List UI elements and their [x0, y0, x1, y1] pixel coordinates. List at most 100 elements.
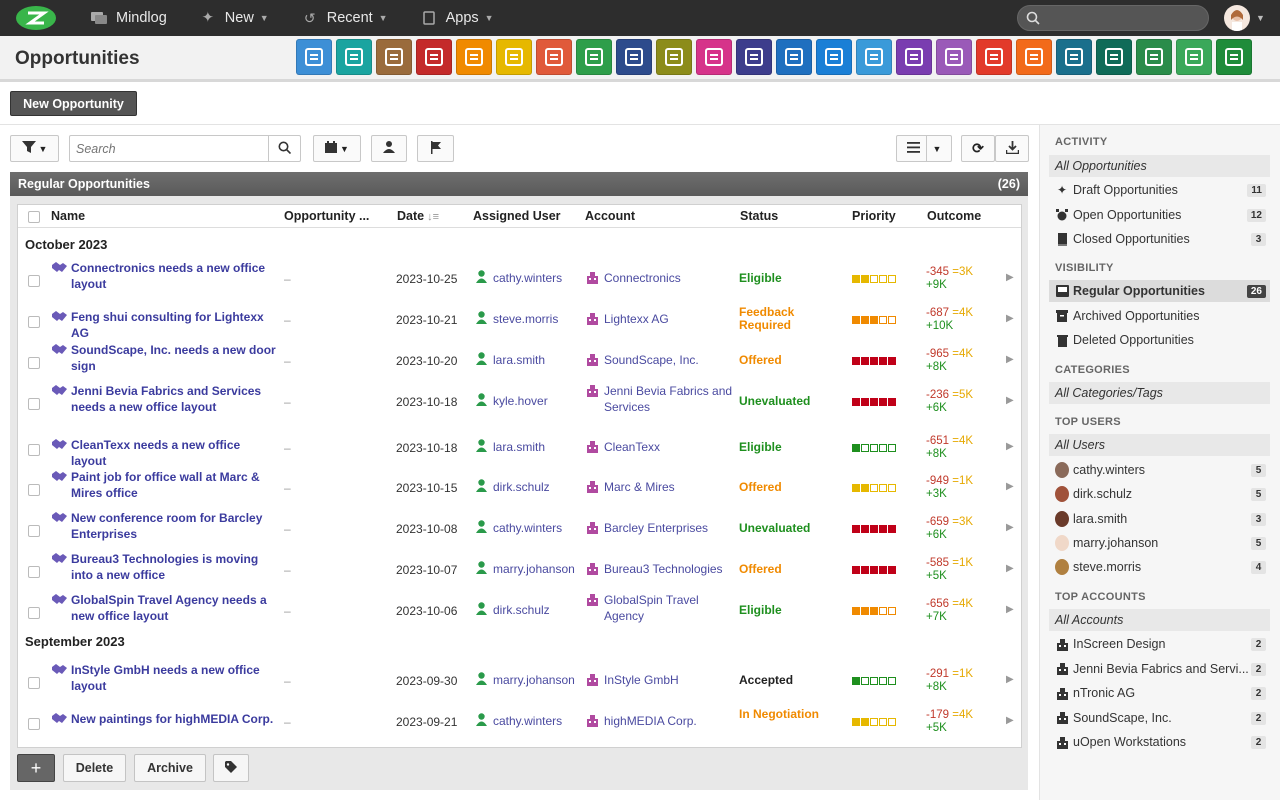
contacts-app-icon[interactable] — [376, 39, 412, 75]
sidebar-filter-item[interactable]: InScreen Design 2 — [1049, 633, 1270, 655]
row-checkbox[interactable] — [28, 398, 40, 410]
support-app-icon[interactable] — [816, 39, 852, 75]
chevron-down-icon[interactable]: ▼ — [1256, 13, 1265, 23]
pricing-app-icon[interactable] — [1176, 39, 1212, 75]
all-categories-filter[interactable]: All Categories/Tags — [1049, 382, 1270, 404]
row-checkbox[interactable] — [28, 677, 40, 689]
app-logo[interactable] — [14, 4, 58, 32]
account-link[interactable]: Jenni Bevia Fabrics and Services — [586, 383, 736, 415]
account-link[interactable]: InStyle GmbH — [586, 672, 736, 688]
search-button[interactable] — [268, 136, 300, 161]
timer-app-icon[interactable] — [456, 39, 492, 75]
assigned-user-link[interactable]: lara.smith — [476, 439, 545, 455]
account-link[interactable]: Connectronics — [586, 270, 736, 286]
budget-app-icon[interactable] — [856, 39, 892, 75]
sidebar-filter-item[interactable]: Open Opportunities 12 — [1049, 204, 1270, 226]
row-expand-arrow-icon[interactable]: ▶ — [1006, 522, 1014, 533]
sidebar-filter-item[interactable]: marry.johanson 5 — [1049, 532, 1270, 554]
tasks-app-icon[interactable] — [496, 39, 532, 75]
sidebar-filter-item[interactable]: lara.smith 3 — [1049, 508, 1270, 530]
refresh-button[interactable]: ⟳ — [961, 135, 995, 162]
assigned-user-link[interactable]: cathy.winters — [476, 713, 562, 729]
opportunities-app-icon[interactable] — [936, 39, 972, 75]
row-expand-arrow-icon[interactable]: ▶ — [1006, 313, 1014, 324]
invoices-app-icon[interactable] — [976, 39, 1012, 75]
archive-button[interactable]: Archive — [134, 754, 206, 782]
contracts-app-icon[interactable] — [896, 39, 932, 75]
opportunity-name-link[interactable]: Jenni Bevia Fabrics and Services needs a… — [71, 383, 276, 415]
column-opportunity[interactable]: Opportunity ... — [284, 209, 369, 223]
account-link[interactable]: SoundScape, Inc. — [586, 352, 736, 368]
sidebar-filter-item[interactable]: SoundScape, Inc. 2 — [1049, 707, 1270, 729]
sidebar-filter-item[interactable]: Closed Opportunities 3 — [1049, 228, 1270, 250]
new-opportunity-button[interactable]: New Opportunity — [10, 91, 137, 116]
select-all-checkbox[interactable] — [28, 211, 40, 223]
filter-dropdown-button[interactable]: ▼ — [10, 135, 59, 162]
opportunity-name-link[interactable]: Bureau3 Technologies is moving into a ne… — [71, 551, 276, 583]
nav-new[interactable]: ✦ New ▼ — [195, 0, 273, 36]
user-avatar[interactable] — [1224, 5, 1250, 31]
opportunity-name-link[interactable]: SoundScape, Inc. needs a new door sign — [71, 342, 276, 374]
documents-app-icon[interactable] — [656, 39, 692, 75]
all-opportunities-filter[interactable]: All Opportunities — [1049, 155, 1270, 177]
opportunity-name-link[interactable]: Connectronics needs a new office layout — [71, 260, 276, 292]
sidebar-filter-item[interactable]: cathy.winters 5 — [1049, 459, 1270, 481]
row-expand-arrow-icon[interactable]: ▶ — [1006, 674, 1014, 685]
row-checkbox[interactable] — [28, 484, 40, 496]
add-button[interactable]: + — [17, 754, 55, 782]
assigned-user-link[interactable]: lara.smith — [476, 352, 545, 368]
column-name[interactable]: Name — [51, 209, 85, 223]
user-filter-button[interactable] — [371, 135, 407, 162]
search-input[interactable] — [76, 142, 266, 156]
sidebar-filter-item[interactable]: Jenni Bevia Fabrics and Servi... 2 — [1049, 658, 1270, 680]
opportunity-name-link[interactable]: New conference room for Barcley Enterpri… — [71, 510, 276, 542]
row-checkbox[interactable] — [28, 566, 40, 578]
broadcast-app-icon[interactable] — [1016, 39, 1052, 75]
nav-apps[interactable]: Apps ▼ — [416, 0, 498, 36]
global-search-input[interactable] — [1017, 5, 1209, 31]
email-templates-app-icon[interactable] — [336, 39, 372, 75]
account-link[interactable]: GlobalSpin Travel Agency — [586, 592, 736, 624]
row-checkbox[interactable] — [28, 275, 40, 287]
column-priority[interactable]: Priority — [852, 209, 896, 223]
assigned-user-link[interactable]: cathy.winters — [476, 520, 562, 536]
sidebar-filter-item[interactable]: steve.morris 4 — [1049, 556, 1270, 578]
row-checkbox[interactable] — [28, 607, 40, 619]
mail-app-icon[interactable] — [296, 39, 332, 75]
row-checkbox[interactable] — [28, 718, 40, 730]
account-link[interactable]: Marc & Mires — [586, 479, 736, 495]
finance-app-icon[interactable] — [736, 39, 772, 75]
opportunity-name-link[interactable]: InStyle GmbH needs a new office layout — [71, 662, 276, 694]
sidebar-filter-item[interactable]: uOpen Workstations 2 — [1049, 731, 1270, 753]
tag-button[interactable] — [213, 754, 249, 782]
assigned-user-link[interactable]: steve.morris — [476, 311, 558, 327]
row-expand-arrow-icon[interactable]: ▶ — [1006, 604, 1014, 615]
delivery-app-icon[interactable] — [776, 39, 812, 75]
opportunity-name-link[interactable]: Feng shui consulting for Lightexx AG — [71, 309, 276, 341]
row-expand-arrow-icon[interactable]: ▶ — [1006, 563, 1014, 574]
column-account[interactable]: Account — [585, 209, 635, 223]
sidebar-filter-item[interactable]: Deleted Opportunities — [1049, 329, 1270, 351]
account-link[interactable]: CleanTexx — [586, 439, 736, 455]
shop-app-icon[interactable] — [1096, 39, 1132, 75]
sidebar-filter-item[interactable]: Archived Opportunities — [1049, 305, 1270, 327]
row-expand-arrow-icon[interactable]: ▶ — [1006, 354, 1014, 365]
row-expand-arrow-icon[interactable]: ▶ — [1006, 272, 1014, 283]
opportunity-name-link[interactable]: GlobalSpin Travel Agency needs a new off… — [71, 592, 276, 624]
sidebar-filter-item[interactable]: ✦ Draft Opportunities 11 — [1049, 179, 1270, 201]
row-expand-arrow-icon[interactable]: ▶ — [1006, 481, 1014, 492]
row-checkbox[interactable] — [28, 357, 40, 369]
row-expand-arrow-icon[interactable]: ▶ — [1006, 395, 1014, 406]
account-link[interactable]: highMEDIA Corp. — [586, 713, 736, 729]
column-status[interactable]: Status — [740, 209, 778, 223]
search-field[interactable] — [69, 135, 301, 162]
opportunity-name-link[interactable]: CleanTexx needs a new office layout — [71, 437, 276, 469]
view-mode-dropdown[interactable]: ▼ — [896, 135, 952, 162]
account-link[interactable]: Barcley Enterprises — [586, 520, 736, 536]
assigned-user-link[interactable]: kyle.hover — [476, 393, 548, 409]
notes-app-icon[interactable] — [576, 39, 612, 75]
column-date[interactable]: Date ↓≡ — [397, 209, 439, 223]
projects-app-icon[interactable] — [536, 39, 572, 75]
account-link[interactable]: Bureau3 Technologies — [586, 561, 736, 577]
row-expand-arrow-icon[interactable]: ▶ — [1006, 715, 1014, 726]
